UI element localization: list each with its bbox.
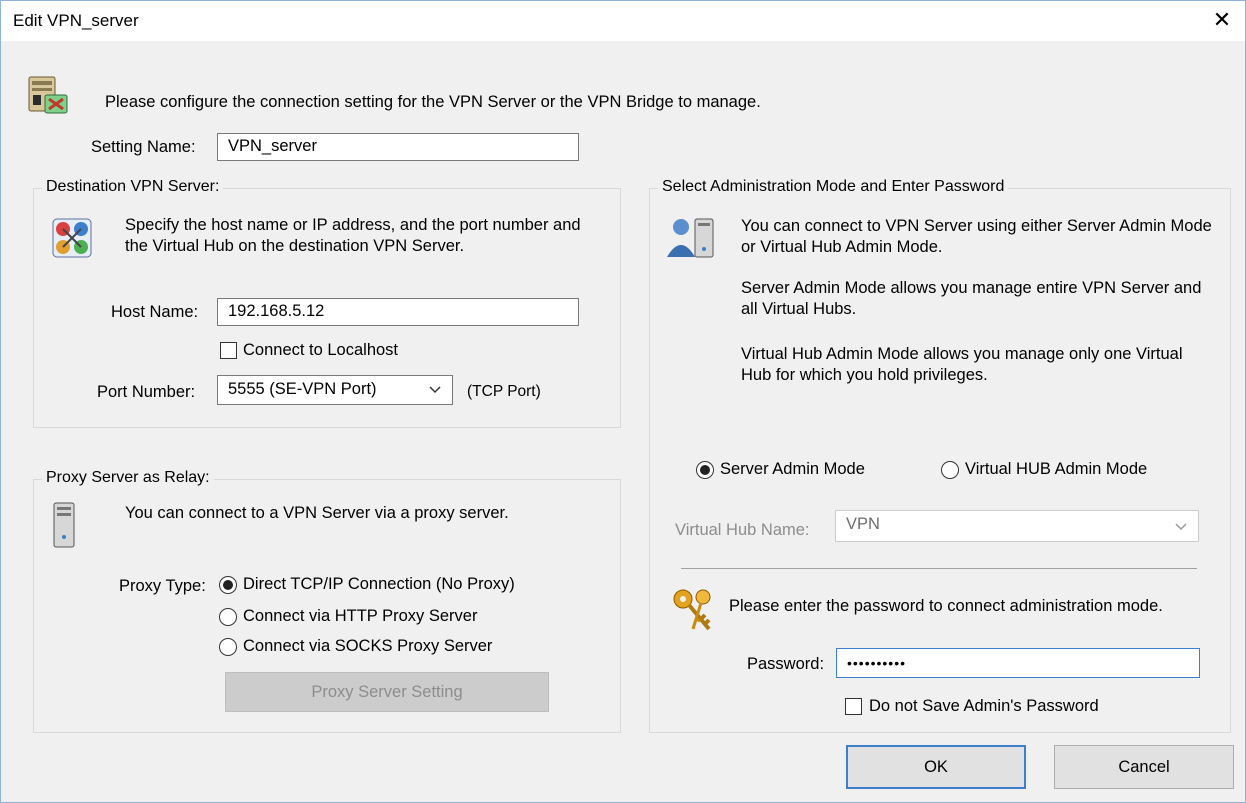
network-globe-icon [52,218,92,258]
admin-group-title: Select Administration Mode and Enter Pas… [658,178,1009,196]
destination-group-title: Destination VPN Server: [42,178,224,196]
connect-localhost-label: Connect to Localhost [243,341,399,359]
proxy-type-label: Proxy Type: [119,577,206,595]
hub-admin-mode-label: Virtual HUB Admin Mode [965,460,1148,478]
server-config-icon [28,76,68,114]
proxy-group-title: Proxy Server as Relay: [42,469,214,487]
setting-name-input[interactable]: VPN_server [217,133,579,161]
proxy-direct-label: Direct TCP/IP Connection (No Proxy) [243,575,515,593]
port-number-select[interactable]: 5555 (SE-VPN Port) [217,375,453,405]
cancel-button[interactable]: Cancel [1054,745,1234,789]
proxy-http-radio[interactable] [219,608,237,626]
port-number-label: Port Number: [97,383,196,401]
connect-localhost-checkbox[interactable] [220,342,237,359]
chevron-down-icon [1175,523,1187,531]
host-name-label: Host Name: [111,303,199,321]
setting-name-label: Setting Name: [91,138,196,156]
server-admin-mode-label: Server Admin Mode [720,460,865,478]
keys-icon [673,589,711,631]
chevron-down-icon [429,386,441,394]
proxy-server-setting-button[interactable]: Proxy Server Setting [225,672,549,712]
password-input[interactable]: •••••••••• [836,648,1200,678]
server-admin-mode-radio[interactable] [696,461,714,479]
no-save-password-checkbox[interactable] [845,698,862,715]
proxy-direct-radio[interactable] [219,576,237,594]
no-save-password-label: Do not Save Admin's Password [869,697,1099,715]
proxy-http-label: Connect via HTTP Proxy Server [243,607,478,625]
admin-user-server-icon [667,218,714,258]
hub-name-value: VPN [846,515,880,533]
intro-text: Please configure the connection setting … [105,93,761,111]
proxy-description: You can connect to a VPN Server via a pr… [125,504,509,522]
dialog-window: Edit VPN_server ✕ Please configure the c… [0,0,1246,803]
ok-button[interactable]: OK [846,745,1026,789]
window-title: Edit VPN_server [13,11,139,30]
password-label: Password: [747,655,825,673]
host-name-input[interactable]: 192.168.5.12 [217,298,579,326]
hub-name-select[interactable]: VPN [835,510,1199,542]
admin-paragraph-3: Virtual Hub Admin Mode allows you manage… [741,345,1183,384]
hub-name-label: Virtual Hub Name: [675,521,810,539]
close-button[interactable]: ✕ [1199,1,1245,41]
title-bar: Edit VPN_server ✕ [1,1,1245,41]
proxy-socks-label: Connect via SOCKS Proxy Server [243,637,493,655]
port-suffix: (TCP Port) [467,383,541,400]
tower-pc-icon [53,502,75,548]
port-number-value: 5555 (SE-VPN Port) [228,380,377,398]
admin-paragraph-2: Server Admin Mode allows you manage enti… [741,279,1202,318]
hub-admin-mode-radio[interactable] [941,461,959,479]
divider [681,568,1197,569]
password-prompt: Please enter the password to connect adm… [729,597,1163,615]
admin-paragraph-1: You can connect to VPN Server using eith… [741,217,1212,256]
proxy-socks-radio[interactable] [219,638,237,656]
destination-description: Specify the host name or IP address, and… [125,216,581,255]
